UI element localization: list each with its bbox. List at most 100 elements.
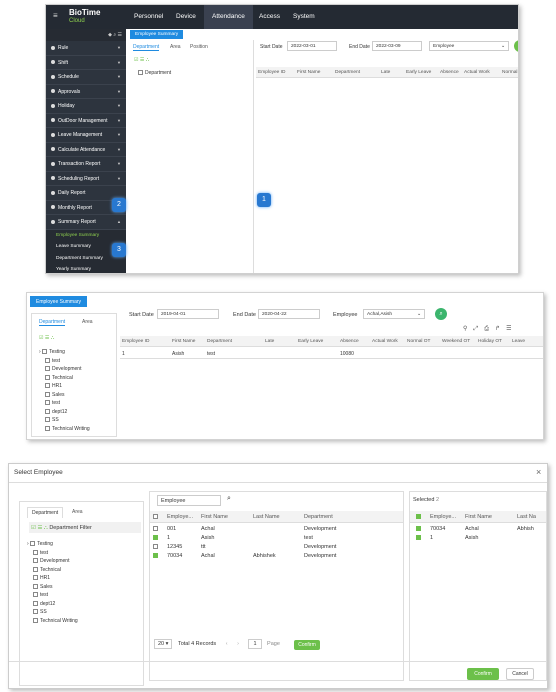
employee-select[interactable]: Employee ⌄ <box>429 41 509 51</box>
sidebar-item-holiday[interactable]: Holiday ▼ <box>46 99 126 114</box>
chevron-right-icon[interactable]: › <box>39 349 41 355</box>
page-size-select[interactable]: 20 ▾ <box>154 639 173 649</box>
tree-item[interactable]: HR1 <box>39 382 119 391</box>
pager-confirm-button[interactable]: Confirm <box>294 640 320 650</box>
col-holiday-ot[interactable]: Holiday OT <box>478 339 502 344</box>
tree-item[interactable]: test <box>27 591 78 600</box>
col-department[interactable]: Department <box>207 339 232 344</box>
checkbox[interactable] <box>33 549 38 555</box>
col-actual-work[interactable]: Actual Work <box>464 70 490 75</box>
row-checkbox[interactable] <box>153 535 158 541</box>
col-first-name[interactable]: First Name <box>297 70 320 75</box>
tree-item[interactable]: Development <box>39 365 119 374</box>
header-checkbox[interactable] <box>153 514 160 520</box>
checkbox[interactable] <box>42 349 48 355</box>
sidebar-item-shift[interactable]: Shift ▼ <box>46 56 126 70</box>
checkbox[interactable] <box>416 514 421 519</box>
table-row[interactable] <box>153 544 160 550</box>
search-icon[interactable]: ⌕ <box>227 495 231 503</box>
tree-item[interactable]: › Testing <box>27 540 78 549</box>
col-first-name[interactable]: First Name <box>465 514 492 520</box>
col-early-leave[interactable]: Early Leave <box>298 339 323 344</box>
tree-item[interactable]: test <box>27 549 78 558</box>
tab-department[interactable]: Department <box>27 507 64 518</box>
share-icon[interactable]: ↱ <box>495 326 506 332</box>
table-row[interactable] <box>153 535 160 541</box>
col-employee-id[interactable]: Employee ID <box>122 339 149 344</box>
checkbox[interactable] <box>45 374 50 380</box>
col-last-name[interactable]: Last Name <box>253 514 280 520</box>
expand-icon[interactable]: ⤢ <box>473 326 484 332</box>
tree-toolbar-icons[interactable]: ☑ ☰ ⛬ <box>134 57 149 63</box>
sidebar-item-calculate[interactable]: Calculate Attendance ▼ <box>46 143 126 157</box>
next-page-icon[interactable]: › <box>237 641 239 647</box>
row-checkbox[interactable] <box>416 535 421 541</box>
end-date-input[interactable]: 2020-04-22 <box>258 309 320 319</box>
close-icon[interactable]: × <box>536 467 541 477</box>
tree-item[interactable]: SS <box>27 608 78 617</box>
tree-toolbar-icons[interactable]: ☑ ☰ ⛬ <box>31 525 48 531</box>
col-employee-id[interactable]: Employee ID <box>258 70 285 75</box>
start-date-input[interactable]: 2022-03-01 <box>287 41 337 51</box>
checkbox[interactable] <box>45 366 50 372</box>
menu-icon[interactable]: ≡ <box>53 11 58 20</box>
col-late[interactable]: Late <box>381 70 390 75</box>
selected-row[interactable] <box>416 535 423 541</box>
checkbox[interactable] <box>45 400 50 406</box>
sidebar-subitem-employee-summary[interactable]: Employee Summary <box>46 229 126 241</box>
tree-item[interactable]: test <box>39 357 119 366</box>
checkbox[interactable] <box>33 566 38 572</box>
list-icon[interactable]: ☰ <box>118 32 122 38</box>
sidebar-item-scheduling[interactable]: Scheduling Report ▼ <box>46 172 126 186</box>
tree-root[interactable]: Department <box>138 70 171 76</box>
checkbox[interactable] <box>33 558 38 564</box>
col-weekend-ot[interactable]: Weekend OT <box>442 339 470 344</box>
sidebar-subitem-yearly-summary[interactable]: Yearly Summary <box>46 264 126 273</box>
checkbox[interactable] <box>45 417 50 423</box>
col-first-name[interactable]: First Name <box>172 339 195 344</box>
tab-area[interactable]: Area <box>82 319 93 325</box>
checkbox[interactable] <box>45 383 50 389</box>
col-absence[interactable]: Absence <box>340 339 359 344</box>
employee-select[interactable]: Achal,Asish ⌄ <box>363 309 425 319</box>
checkbox[interactable] <box>30 541 36 547</box>
checkbox[interactable] <box>33 617 38 623</box>
end-date-input[interactable]: 2022-03-09 <box>372 41 422 51</box>
chevron-right-icon[interactable]: › <box>27 541 29 547</box>
row-checkbox[interactable] <box>153 544 158 550</box>
page-input[interactable]: 1 <box>248 639 262 649</box>
search-button[interactable]: ⌕ <box>435 308 447 320</box>
selected-row[interactable] <box>416 526 423 532</box>
filter-icon[interactable]: ⚲ <box>463 326 473 332</box>
row-checkbox[interactable] <box>416 526 421 532</box>
col-last-name[interactable]: Last Na <box>517 514 536 520</box>
col-department[interactable]: Department <box>335 70 360 75</box>
sidebar-item-transaction[interactable]: Transaction Report ▼ <box>46 157 126 172</box>
prev-page-icon[interactable]: ‹ <box>226 641 228 647</box>
tree-item[interactable]: test <box>39 399 119 408</box>
search-input[interactable]: Employee <box>157 495 221 506</box>
sidebar-item-outdoor[interactable]: OutDoor Management ▼ <box>46 114 126 128</box>
row-checkbox[interactable] <box>153 553 158 559</box>
col-leave[interactable]: Leave <box>512 339 525 344</box>
tag-icon[interactable]: ◆ <box>108 32 112 38</box>
sidebar-item-leave[interactable]: Leave Management ▼ <box>46 128 126 143</box>
tab-position[interactable]: Position <box>190 44 208 50</box>
sidebar-item-summary[interactable]: Summary Report ▲ <box>46 215 126 230</box>
checkbox[interactable] <box>138 70 143 76</box>
col-department[interactable]: Department <box>304 514 333 520</box>
tab-department[interactable]: Department <box>39 319 66 326</box>
nav-system[interactable]: System <box>285 5 323 29</box>
checkbox[interactable] <box>45 391 50 397</box>
checkbox[interactable] <box>33 609 38 615</box>
checkbox[interactable] <box>45 408 50 414</box>
sidebar-item-rule[interactable]: Rule ▼ <box>46 41 126 56</box>
sidebar-item-schedule[interactable]: Schedule ▼ <box>46 70 126 85</box>
table-row[interactable] <box>153 553 160 559</box>
department-filter-row[interactable]: ☑ ☰ ⛬ Department Filter <box>29 522 141 533</box>
col-early-leave[interactable]: Early Leave <box>406 70 431 75</box>
tab-employee-summary[interactable]: Employee Summary <box>130 30 184 39</box>
col-normal[interactable]: Normal <box>502 70 517 75</box>
tree-item[interactable]: Technical <box>27 566 78 575</box>
nav-access[interactable]: Access <box>251 5 288 29</box>
